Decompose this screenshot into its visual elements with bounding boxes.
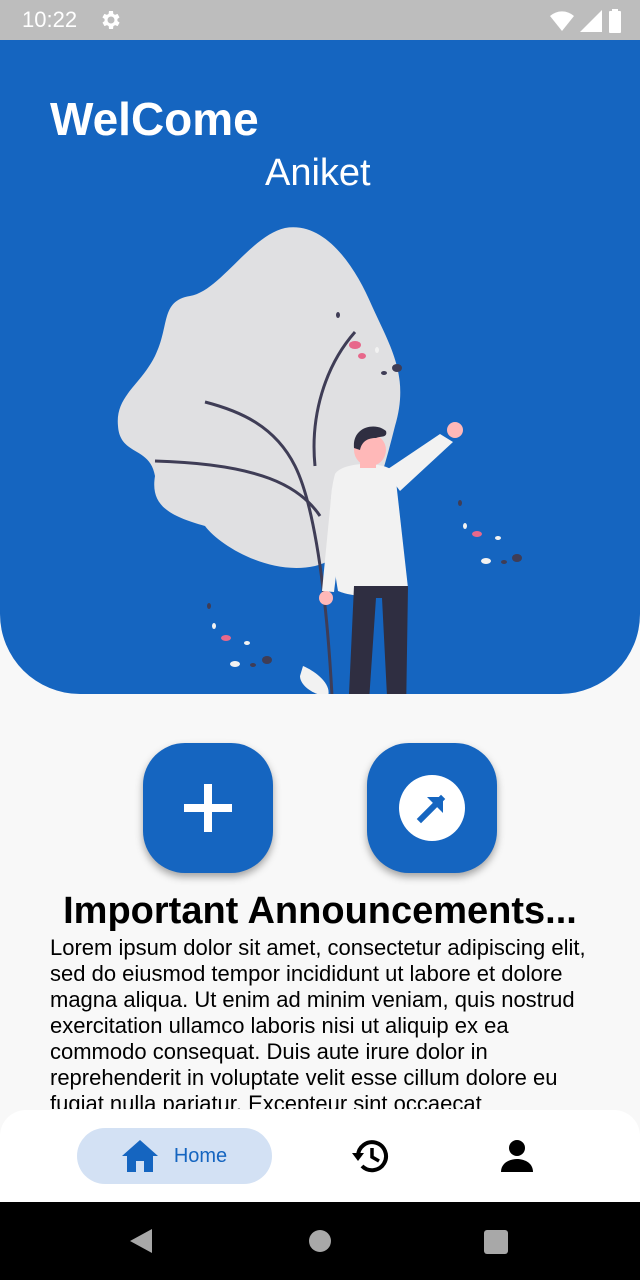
- status-time: 10:22: [22, 7, 78, 32]
- plus-icon: [184, 784, 232, 832]
- status-bar: 10:22: [0, 0, 640, 40]
- cellular-signal-icon: [580, 10, 602, 32]
- share-button[interactable]: [367, 743, 497, 873]
- user-name: Aniket: [265, 152, 371, 194]
- recents-square-icon[interactable]: [484, 1230, 508, 1254]
- welcome-title: WelCome: [50, 93, 259, 145]
- battery-icon: [609, 9, 621, 33]
- settings-gear-icon: [102, 11, 120, 29]
- welcome-hero: WelCome Aniket: [0, 40, 640, 694]
- welcome-illustration: [117, 227, 522, 694]
- bottom-navigation: Home: [0, 1110, 640, 1202]
- history-icon[interactable]: [350, 1136, 390, 1176]
- arrow-up-right-circle-icon: [399, 775, 465, 841]
- status-icons: [550, 9, 622, 33]
- back-icon[interactable]: [128, 1228, 154, 1254]
- announcements-body: Lorem ipsum dolor sit amet, consectetur …: [50, 935, 586, 1109]
- person-icon[interactable]: [497, 1136, 537, 1176]
- system-navigation-bar: [0, 1202, 640, 1280]
- home-circle-icon[interactable]: [309, 1230, 331, 1252]
- wifi-icon: [550, 11, 574, 31]
- add-button[interactable]: [143, 743, 273, 873]
- home-icon: [121, 1140, 158, 1172]
- nav-item-home[interactable]: Home: [77, 1128, 272, 1184]
- announcements-title: Important Announcements...: [63, 890, 577, 932]
- nav-item-home-label: Home: [173, 1144, 228, 1167]
